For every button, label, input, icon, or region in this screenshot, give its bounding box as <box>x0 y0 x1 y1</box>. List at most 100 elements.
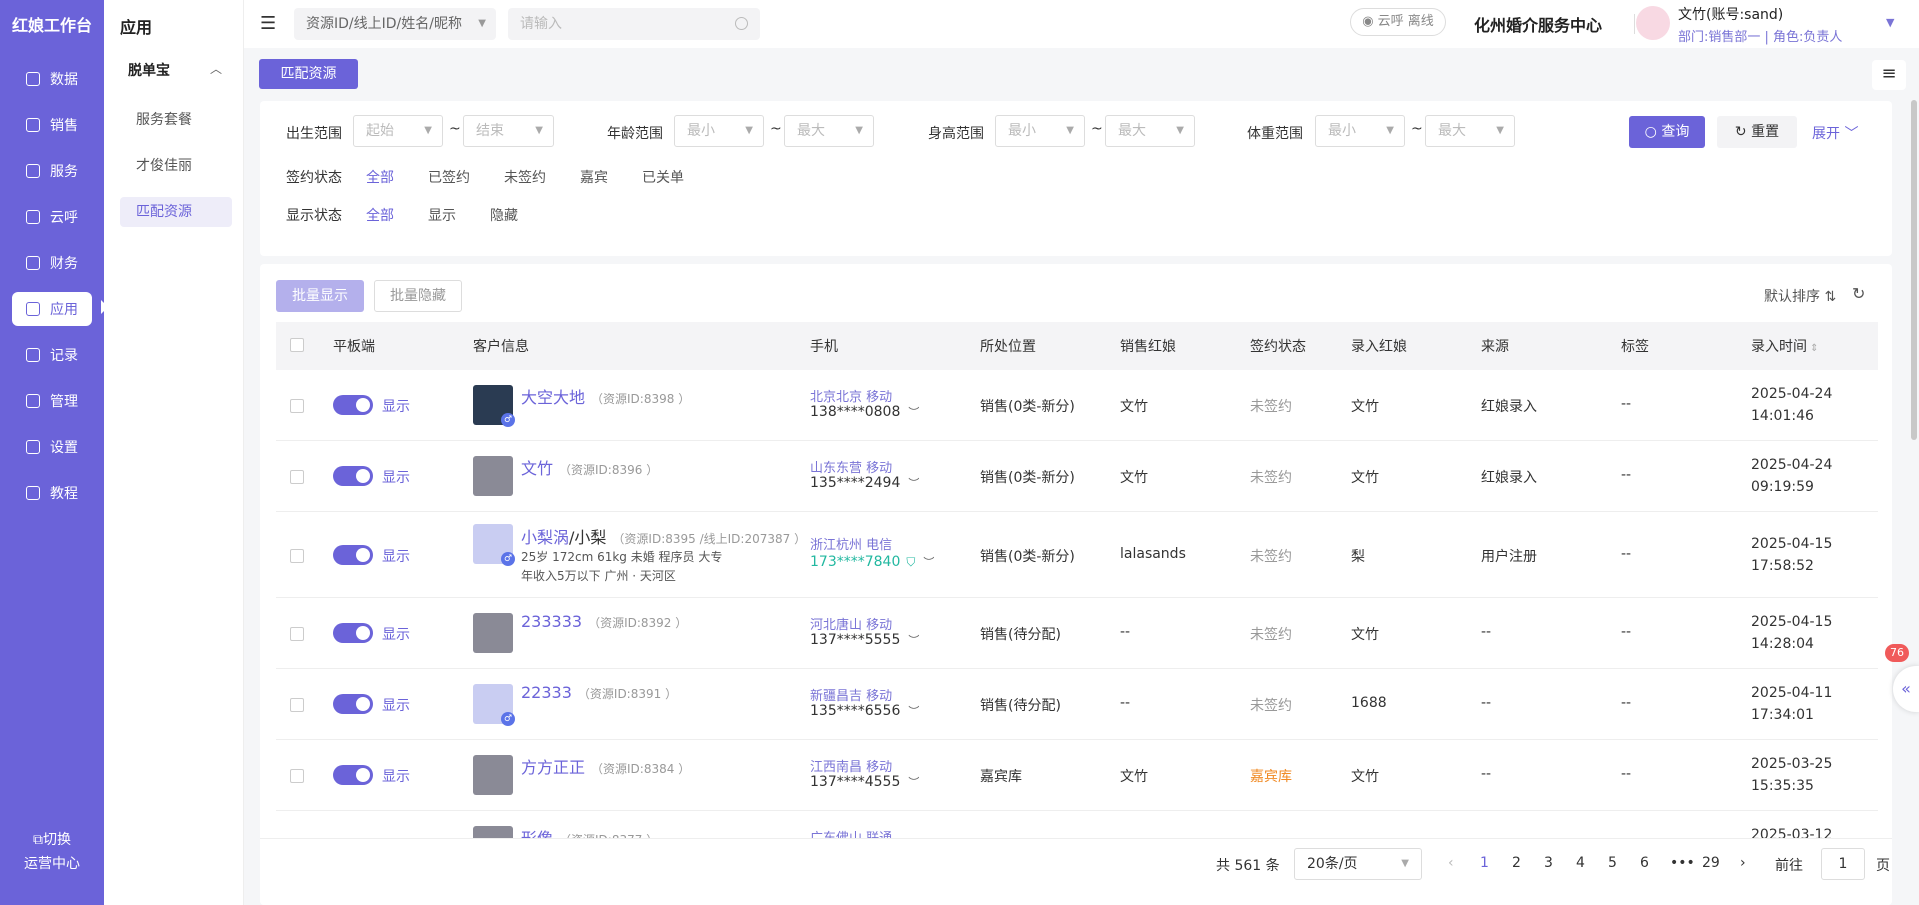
nav-item-settings[interactable]: 设置 <box>12 430 92 464</box>
sub-item-match[interactable]: 匹配资源 <box>120 197 232 227</box>
age-min-select[interactable]: 最小 ▼ <box>674 115 764 147</box>
display-toggle[interactable] <box>333 545 373 565</box>
display-toggle[interactable] <box>333 395 373 415</box>
show-option-show[interactable]: 显示 <box>428 205 456 225</box>
sign-option-all[interactable]: 全部 <box>366 167 394 187</box>
row-checkbox[interactable] <box>290 399 304 413</box>
eye-closed-icon[interactable]: ︶ <box>908 705 919 718</box>
row-checkbox[interactable] <box>290 698 304 712</box>
sign-option-signed[interactable]: 已签约 <box>428 167 470 187</box>
list-menu-icon[interactable]: ≡ <box>1872 60 1906 90</box>
customer-name[interactable]: 小梨涡/小梨 （资源ID:8395 /线上ID:207387 ） <box>521 524 806 548</box>
row-checkbox[interactable] <box>290 470 304 484</box>
cloud-call-status[interactable]: ◉ 云呼 离线 <box>1350 8 1446 36</box>
avatar <box>473 456 513 496</box>
chevron-up-icon[interactable]: ︿ <box>210 60 222 77</box>
display-toggle[interactable] <box>333 466 373 486</box>
eye-closed-icon[interactable]: ︶ <box>908 477 919 490</box>
sign-option-unsigned[interactable]: 未签约 <box>504 167 546 187</box>
caret-down-icon[interactable]: ▼ <box>1886 16 1894 29</box>
nav-item-service[interactable]: 服务 <box>12 154 92 188</box>
customer-name[interactable]: 方方正正 （资源ID:8384 ） <box>521 754 690 778</box>
batch-hide-button[interactable]: 批量隐藏 <box>374 280 462 312</box>
col-time[interactable]: 录入时间 ⇕ <box>1751 336 1819 356</box>
page-ellipsis[interactable]: ••• <box>1670 855 1695 871</box>
user-name[interactable]: 文竹(账号:sand) <box>1678 4 1783 24</box>
page-2[interactable]: 2 <box>1512 855 1521 871</box>
eye-closed-icon[interactable]: ︶ <box>923 556 934 569</box>
search-input[interactable]: 请输入 <box>508 8 760 40</box>
menu-fold-icon[interactable]: ☰ <box>260 13 276 34</box>
display-toggle[interactable] <box>333 765 373 785</box>
avatar[interactable] <box>1636 6 1670 40</box>
page-1[interactable]: 1 <box>1480 855 1489 871</box>
sales-matchmaker: -- <box>1120 624 1131 640</box>
search-icon[interactable] <box>735 17 748 30</box>
source: -- <box>1481 766 1492 782</box>
show-option-all[interactable]: 全部 <box>366 205 394 225</box>
nav-item-manage[interactable]: 管理 <box>12 384 92 418</box>
date: 2025-04-11 <box>1751 685 1833 701</box>
display-text: 显示 <box>382 549 410 565</box>
page-3[interactable]: 3 <box>1544 855 1553 871</box>
page-size-select[interactable]: 20条/页 ▼ <box>1294 848 1422 880</box>
sort-select[interactable]: 默认排序 ⇅ <box>1764 286 1836 306</box>
scrollbar[interactable] <box>1911 100 1917 440</box>
customer-name[interactable]: 文竹 （资源ID:8396 ） <box>521 455 658 479</box>
phone-number: 135****2494 ︶ <box>810 475 919 491</box>
birth-end-select[interactable]: 结束 ▼ <box>463 115 554 147</box>
tab-match-resources[interactable]: 匹配资源 <box>259 59 358 89</box>
nav-item-tutorial[interactable]: 教程 <box>12 476 92 510</box>
nav-item-records[interactable]: 记录 <box>12 338 92 372</box>
nav-item-data[interactable]: 数据 <box>12 62 92 96</box>
customer-name[interactable]: 大空大地 （资源ID:8398 ） <box>521 384 690 408</box>
nav-item-finance[interactable]: 财务 <box>12 246 92 280</box>
page-4[interactable]: 4 <box>1576 855 1585 871</box>
row-checkbox[interactable] <box>290 627 304 641</box>
chevron-down-icon: ▼ <box>1386 125 1394 136</box>
col-time-label: 录入时间 <box>1751 339 1807 355</box>
sign-option-guest[interactable]: 嘉宾 <box>580 167 608 187</box>
page-6[interactable]: 6 <box>1640 855 1649 871</box>
height-max-select[interactable]: 最大 ▼ <box>1105 115 1195 147</box>
nav-item-sales[interactable]: 销售 <box>12 108 92 142</box>
query-button[interactable]: ○ 查询 <box>1629 116 1705 148</box>
eye-closed-icon[interactable]: ︶ <box>908 406 919 419</box>
prev-page-icon[interactable]: ‹ <box>1448 855 1454 871</box>
nav-item-apps[interactable]: 应用 <box>12 292 92 326</box>
row-checkbox[interactable] <box>290 769 304 783</box>
expand-link[interactable]: 展开 ﹀ <box>1812 123 1858 143</box>
customer-name[interactable]: 22333 （资源ID:8391 ） <box>521 683 677 702</box>
next-page-icon[interactable]: › <box>1740 855 1746 871</box>
batch-show-button[interactable]: 批量显示 <box>276 280 364 312</box>
eye-closed-icon[interactable]: ︶ <box>908 634 919 647</box>
row-checkbox[interactable] <box>290 549 304 563</box>
page-5[interactable]: 5 <box>1608 855 1617 871</box>
display-toggle[interactable] <box>333 694 373 714</box>
customer-name[interactable]: 233333 （资源ID:8392 ） <box>521 612 687 631</box>
sub-item-talents[interactable]: 才俊佳丽 <box>120 151 232 181</box>
input-time: 2025-04-15 17:58:52 <box>1751 533 1832 577</box>
weight-max-select[interactable]: 最大 ▼ <box>1425 115 1515 147</box>
position: 嘉宾库 <box>980 769 1022 785</box>
search-type-select[interactable]: 资源ID/线上ID/姓名/昵称 ▼ <box>294 8 496 40</box>
sub-item-packages[interactable]: 服务套餐 <box>120 105 232 135</box>
nav-label: 记录 <box>50 348 78 364</box>
height-min-select[interactable]: 最小 ▼ <box>995 115 1085 147</box>
weight-min-select[interactable]: 最小 ▼ <box>1315 115 1405 147</box>
input-matchmaker: 文竹 <box>1351 470 1379 486</box>
birth-start-select[interactable]: 起始 ▼ <box>353 115 443 147</box>
age-max-select[interactable]: 最大 ▼ <box>784 115 874 147</box>
eye-closed-icon[interactable]: ︶ <box>908 776 919 789</box>
goto-page-input[interactable]: 1 <box>1821 848 1865 880</box>
reset-button[interactable]: ↻ 重置 <box>1717 116 1797 148</box>
refresh-icon[interactable]: ↻ <box>1852 284 1865 303</box>
nav-item-cloudcall[interactable]: 云呼 <box>12 200 92 234</box>
select-all-checkbox[interactable] <box>290 338 304 352</box>
double-chevron-left-icon[interactable]: « <box>1893 666 1919 712</box>
sign-option-closed[interactable]: 已关单 <box>642 167 684 187</box>
show-option-hide[interactable]: 隐藏 <box>490 205 518 225</box>
display-toggle[interactable] <box>333 623 373 643</box>
col-tablet: 平板端 <box>333 339 375 355</box>
page-29[interactable]: 29 <box>1702 855 1720 871</box>
